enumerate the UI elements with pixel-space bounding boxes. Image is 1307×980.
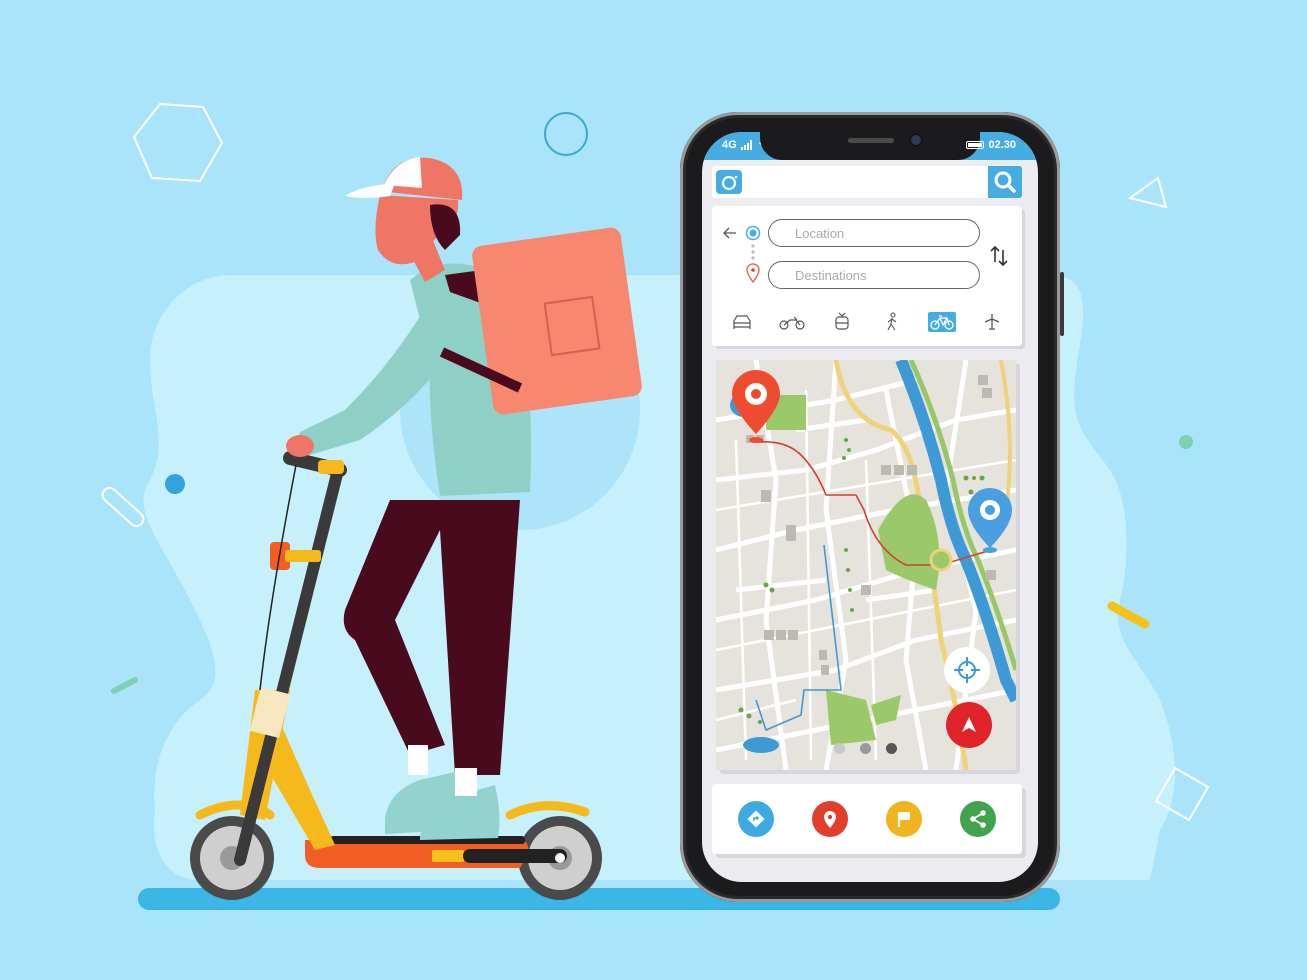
locate-me-button[interactable] <box>944 647 990 693</box>
destination-pin-icon <box>968 488 1012 553</box>
smartphone: 4G 02.30 Location Destinations <box>680 112 1064 902</box>
triangle-decoration <box>1127 176 1168 209</box>
location-pin-icon <box>824 811 836 828</box>
directions-button[interactable] <box>738 801 774 837</box>
clock: 02.30 <box>988 139 1016 151</box>
destination-input[interactable]: Destinations <box>768 261 980 289</box>
page-dot-3[interactable] <box>886 743 897 754</box>
origin-dot-icon <box>745 225 761 284</box>
page-dot-1[interactable] <box>834 743 845 754</box>
front-camera <box>910 134 922 146</box>
share-button[interactable] <box>960 801 996 837</box>
destination-pin-icon <box>746 263 760 284</box>
mode-train[interactable] <box>828 312 856 332</box>
origin-pin-icon <box>732 370 780 443</box>
green-dash-decoration <box>111 677 138 694</box>
motorcycle-icon <box>779 316 805 330</box>
navigate-button[interactable] <box>946 702 992 748</box>
park <box>878 494 940 590</box>
network-label: 4G <box>722 139 737 151</box>
pill-decoration <box>101 486 145 528</box>
ring-decoration <box>544 112 588 156</box>
flag-button[interactable] <box>886 801 922 837</box>
action-bar <box>712 784 1022 854</box>
airplane-icon <box>984 314 1000 330</box>
swap-vertical-icon[interactable] <box>988 244 1010 268</box>
battery-icon <box>966 141 985 149</box>
route-planner: Location Destinations <box>712 206 1022 346</box>
search-icon <box>994 171 1016 193</box>
lake <box>743 737 779 753</box>
mode-motorcycle[interactable] <box>778 312 806 332</box>
mode-car[interactable] <box>728 312 756 332</box>
flag-icon <box>897 812 910 827</box>
map-view[interactable] <box>716 360 1016 770</box>
share-icon <box>970 810 986 828</box>
directions-icon <box>747 810 765 828</box>
roundabout <box>929 548 953 572</box>
side-button <box>1060 272 1064 336</box>
crosshair-icon <box>954 657 980 683</box>
mode-flight[interactable] <box>978 312 1006 332</box>
search-button[interactable] <box>988 166 1022 198</box>
phone-screen: 4G 02.30 Location Destinations <box>702 132 1038 882</box>
bicycle-icon <box>930 315 954 330</box>
speaker <box>848 138 894 143</box>
walk-icon <box>887 312 897 331</box>
page-dot-2[interactable] <box>860 743 871 754</box>
location-input[interactable]: Location <box>768 219 980 247</box>
mode-walk[interactable] <box>878 312 906 332</box>
location-button[interactable] <box>812 801 848 837</box>
car-icon <box>733 315 751 329</box>
notch <box>760 132 980 160</box>
camera-icon <box>721 175 738 191</box>
status-bar: 4G 02.30 <box>702 132 1038 160</box>
mode-bicycle[interactable] <box>928 312 956 332</box>
signal-bars-icon <box>740 140 752 150</box>
camera-button[interactable] <box>716 170 742 194</box>
green-dot-decoration <box>1179 435 1193 449</box>
hexagon-decoration <box>132 102 224 183</box>
dot-decoration <box>165 474 185 494</box>
back-arrow-icon[interactable] <box>722 226 738 240</box>
navigation-arrow-icon <box>962 717 976 732</box>
search-bar[interactable] <box>712 166 1022 198</box>
background-illustration <box>101 102 1210 910</box>
train-icon <box>835 312 849 330</box>
